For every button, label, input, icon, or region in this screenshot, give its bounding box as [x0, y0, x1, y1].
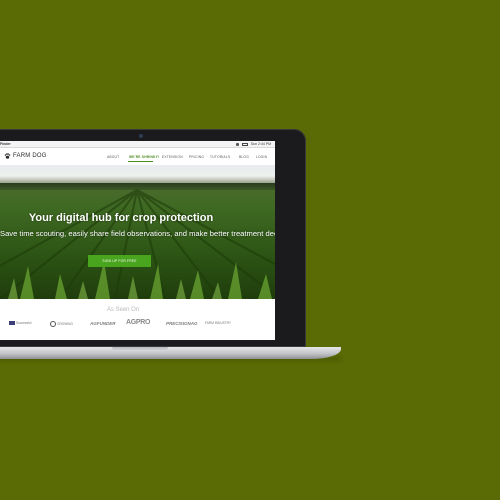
laptop-base: [0, 347, 341, 359]
sf-logo-icon: [9, 321, 15, 325]
menubar-status: Sun 2:44 PM: [235, 142, 271, 146]
nav-active-underline: [128, 161, 153, 162]
paw-icon: [4, 153, 11, 159]
menubar-clock[interactable]: Sun 2:44 PM: [251, 142, 271, 146]
nav-link-extension[interactable]: EXTENSION: [162, 155, 183, 159]
press-logo-agfunder[interactable]: AGFUNDER: [90, 321, 116, 326]
nav-link-blog[interactable]: BLOG: [239, 155, 249, 159]
site-logo[interactable]: FARM DOG: [4, 153, 47, 159]
press-logo-growing-produce[interactable]: GROWING: [50, 321, 73, 327]
nav-link-shrinky[interactable]: WE'RE SHRINKY!: [129, 155, 159, 159]
camera-icon: [139, 134, 143, 138]
hero-title: Your digital hub for crop protection: [28, 212, 214, 224]
nav-link-pricing[interactable]: PRICING: [189, 155, 204, 159]
logo-text: FARM DOG: [13, 153, 47, 159]
hero-subtitle: Save time scouting, easily share field o…: [0, 229, 275, 238]
press-logo-agpro[interactable]: AGPRO: [126, 319, 150, 326]
laptop-notch: [112, 347, 168, 351]
press-logo-precisionag[interactable]: PRECISIONAG: [166, 321, 198, 326]
menubar-app-name[interactable]: Finder: [0, 142, 11, 146]
nav-link-tutorials[interactable]: TUTORIALS: [210, 155, 230, 159]
site-navbar: FARM DOG ABOUT WE'RE SHRINKY! EXTENSION …: [0, 148, 275, 166]
hero-section: Your digital hub for crop protection Sav…: [0, 166, 275, 299]
battery-icon[interactable]: [241, 142, 248, 146]
as-seen-on-section: As Seen On Successful GROWING AGFUNDER A…: [0, 299, 275, 340]
mac-menubar: Finder Sun 2:44 PM: [0, 141, 275, 148]
signup-button[interactable]: SIGN UP FOR FREE: [88, 255, 151, 267]
press-logo-successful-farming[interactable]: Successful: [9, 321, 31, 325]
wifi-icon[interactable]: [235, 142, 239, 146]
nav-link-about[interactable]: ABOUT: [107, 155, 119, 159]
laptop-screen: Finder Sun 2:44 PM FARM DOG ABOUT WE'RE …: [0, 141, 275, 340]
as-seen-on-title: As Seen On: [106, 307, 140, 313]
nav-link-login[interactable]: LOGIN: [256, 155, 267, 159]
press-logo-farm-industry-news[interactable]: FARM INDUSTRY: [205, 321, 231, 325]
laptop-lid: Finder Sun 2:44 PM FARM DOG ABOUT WE'RE …: [0, 129, 306, 347]
gp-logo-icon: [50, 321, 56, 327]
